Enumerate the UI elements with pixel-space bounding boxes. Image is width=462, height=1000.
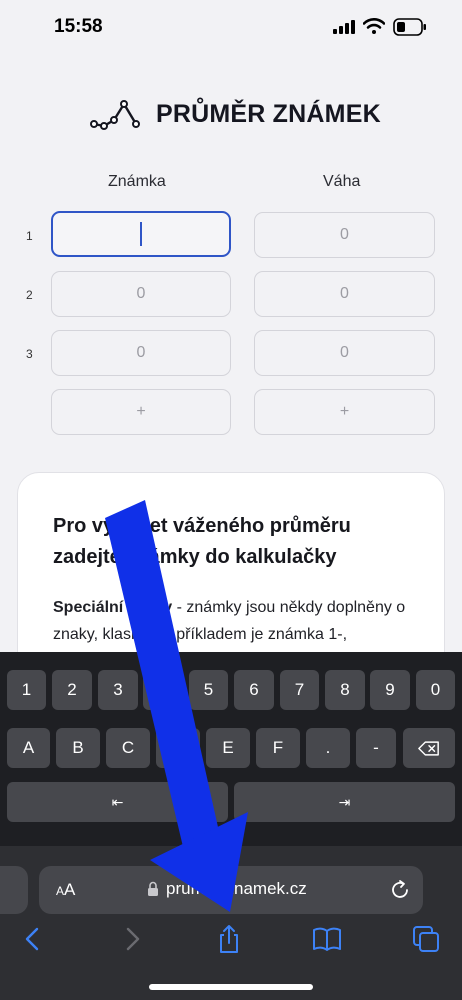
status-bar: 15:58 <box>0 0 462 54</box>
page-settings-button[interactable]: AA <box>56 880 75 900</box>
key-1[interactable]: 1 <box>7 670 46 710</box>
key-e[interactable]: E <box>206 728 250 768</box>
back-icon[interactable] <box>18 924 48 954</box>
tabs-icon[interactable] <box>411 924 441 954</box>
key-0[interactable]: 0 <box>416 670 455 710</box>
previous-field-key[interactable]: ⇤ <box>7 782 228 822</box>
home-indicator <box>149 984 313 990</box>
previous-tab-preview[interactable] <box>0 866 28 914</box>
key-c[interactable]: C <box>106 728 150 768</box>
key-a[interactable]: A <box>7 728 50 768</box>
key-f[interactable]: F <box>256 728 300 768</box>
key-2[interactable]: 2 <box>52 670 92 710</box>
key-minus[interactable]: - <box>356 728 396 768</box>
row-number: 2 <box>26 288 33 302</box>
address-bar[interactable]: AA prumer-znamek.cz <box>39 866 423 914</box>
reload-icon[interactable] <box>389 879 411 901</box>
key-b[interactable]: B <box>56 728 100 768</box>
key-9[interactable]: 9 <box>370 670 410 710</box>
bookmarks-icon[interactable] <box>312 924 342 954</box>
key-8[interactable]: 8 <box>325 670 365 710</box>
add-grade-button[interactable]: + <box>51 389 231 435</box>
card-title: Pro výpočet váženého průměru zadejte zná… <box>53 515 351 568</box>
url-text: prumer-znamek.cz <box>166 879 307 898</box>
grade-input-3[interactable]: 0 <box>51 330 231 376</box>
next-field-key[interactable]: ⇥ <box>234 782 455 822</box>
key-4[interactable]: 4 <box>143 670 183 710</box>
text-caret <box>140 221 142 246</box>
grade-column-header: Známka <box>108 173 166 190</box>
weight-input-2[interactable]: 0 <box>254 271 435 317</box>
weight-input-1[interactable]: 0 <box>254 212 435 258</box>
wifi-icon <box>363 18 385 34</box>
forward-icon[interactable] <box>117 924 147 954</box>
backspace-icon <box>418 741 439 756</box>
grade-input-1[interactable] <box>51 211 231 257</box>
key-backspace[interactable] <box>403 728 455 768</box>
key-6[interactable]: 6 <box>234 670 274 710</box>
row-number: 3 <box>26 347 33 361</box>
chart-line-logo-icon <box>90 100 140 130</box>
key-7[interactable]: 7 <box>280 670 319 710</box>
key-dot[interactable]: . <box>306 728 350 768</box>
share-icon[interactable] <box>214 924 244 954</box>
special-chars-label: Speciální znaky <box>53 599 173 616</box>
grade-input-2[interactable]: 0 <box>51 271 231 317</box>
row-number: 1 <box>26 229 33 243</box>
status-time: 15:58 <box>54 16 103 37</box>
key-5[interactable]: 5 <box>189 670 228 710</box>
numeric-keyboard: 1 2 3 4 5 6 7 8 9 0 A B C D E F . - ⇤ ⇥ <box>0 652 462 860</box>
safari-bottom-bar: AA prumer-znamek.cz <box>0 846 462 1000</box>
key-d[interactable]: D <box>156 728 200 768</box>
cellular-signal-icon <box>333 20 355 34</box>
weight-column-header: Váha <box>323 173 361 190</box>
weight-input-3[interactable]: 0 <box>254 330 435 376</box>
battery-icon <box>393 18 426 36</box>
lock-icon <box>148 881 158 896</box>
page-title: PRŮMĚR ZNÁMEK <box>156 100 381 128</box>
key-3[interactable]: 3 <box>98 670 138 710</box>
add-weight-button[interactable]: + <box>254 389 435 435</box>
